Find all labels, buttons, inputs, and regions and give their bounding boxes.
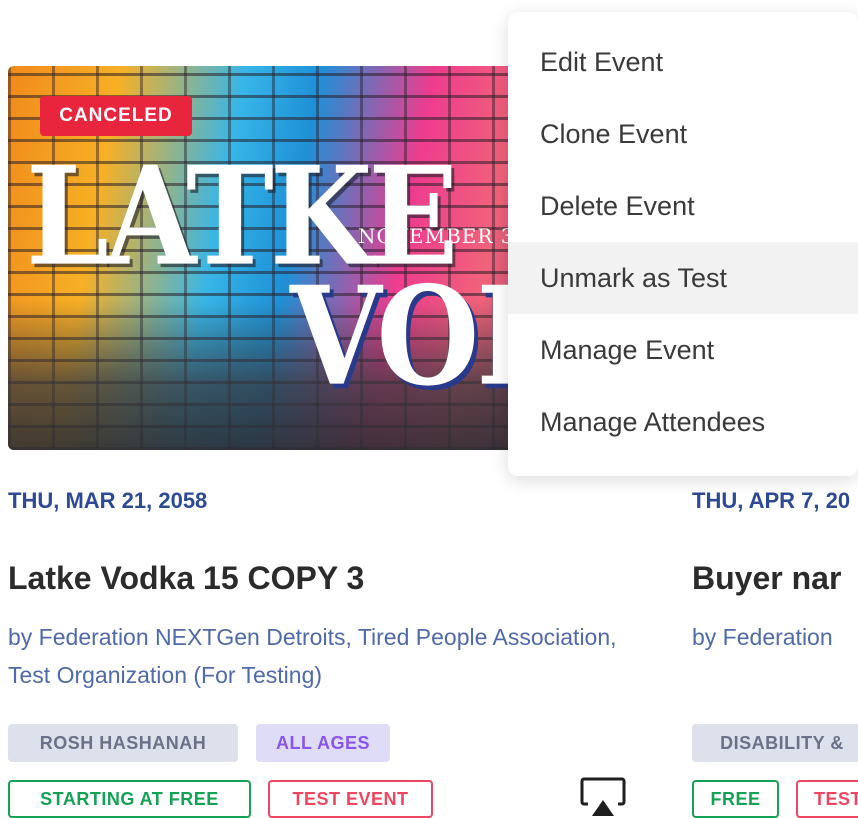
- category-tag: DISABILITY &: [692, 724, 858, 762]
- menu-item-delete-event[interactable]: Delete Event: [508, 170, 858, 242]
- category-tag: ROSH HASHANAH: [8, 724, 238, 762]
- price-badge: FREE: [692, 780, 779, 818]
- event-organizers: by Federation NEXTGen Detroits, Tired Pe…: [8, 624, 617, 688]
- event-date: THU, MAR 21, 2058: [8, 488, 208, 513]
- menu-item-clone-event[interactable]: Clone Event: [508, 98, 858, 170]
- menu-item-manage-event[interactable]: Manage Event: [508, 314, 858, 386]
- test-event-badge: TEST: [796, 780, 858, 818]
- event-date: THU, APR 7, 20: [692, 488, 851, 513]
- menu-item-edit-event[interactable]: Edit Event: [508, 26, 858, 98]
- event-image[interactable]: LATKE NOVEMBER 30, 20 VODKA CANCELED: [8, 66, 568, 450]
- event-actions-menu: Edit Event Clone Event Delete Event Unma…: [508, 12, 858, 476]
- price-badge: STARTING AT FREE: [8, 780, 251, 818]
- menu-item-unmark-as-test[interactable]: Unmark as Test: [508, 242, 858, 314]
- event-organizers: by Federation: [692, 624, 833, 650]
- airplay-icon[interactable]: [580, 776, 626, 818]
- age-tag: ALL AGES: [256, 724, 390, 762]
- event-title[interactable]: Buyer nar: [692, 560, 841, 597]
- menu-item-manage-attendees[interactable]: Manage Attendees: [508, 386, 858, 458]
- canceled-badge: CANCELED: [40, 96, 192, 136]
- test-event-badge: TEST EVENT: [268, 780, 433, 818]
- event-title[interactable]: Latke Vodka 15 COPY 3: [8, 560, 364, 597]
